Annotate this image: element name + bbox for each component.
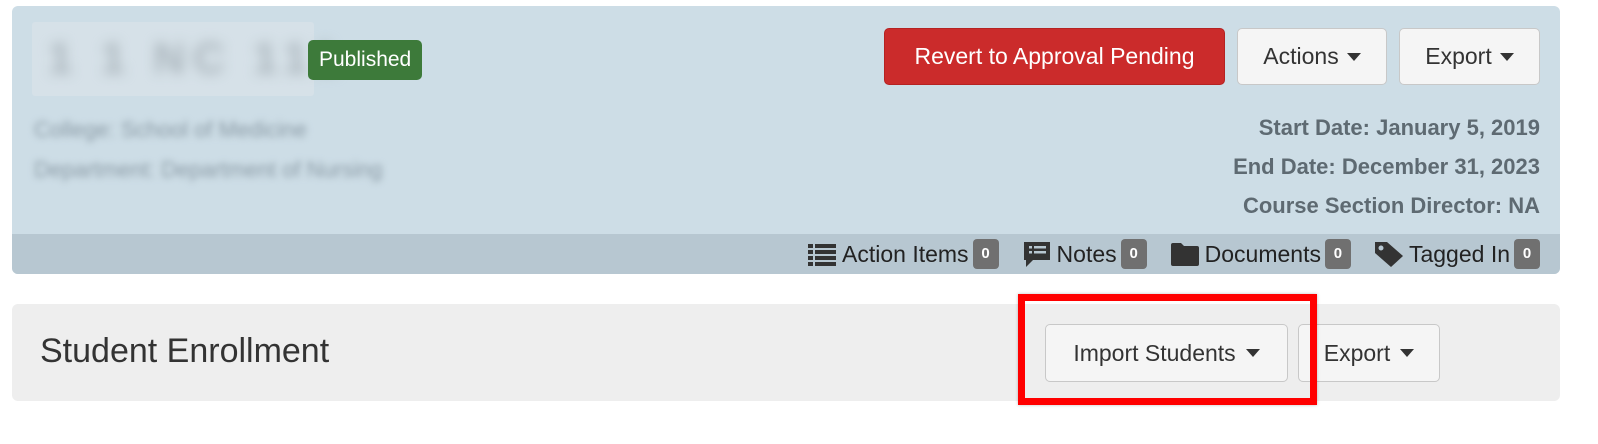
action-items-link[interactable]: Action Items 0 xyxy=(806,239,999,269)
notes-count: 0 xyxy=(1120,239,1147,269)
caret-down-icon xyxy=(1400,349,1415,357)
course-header: 1 1 NC 111 Published College: School of … xyxy=(12,6,1560,274)
revert-to-approval-pending-button[interactable]: Revert to Approval Pending xyxy=(884,28,1225,85)
action-items-count: 0 xyxy=(972,239,999,269)
import-students-dropdown-button[interactable]: Import Students xyxy=(1045,324,1288,382)
course-meta-left: College: School of Medicine Department: … xyxy=(34,110,383,190)
caret-down-icon xyxy=(1346,52,1361,61)
action-items-label: Action Items xyxy=(842,240,969,267)
notes-link[interactable]: Notes 0 xyxy=(1021,239,1147,269)
college-text: College: School of Medicine xyxy=(34,117,307,142)
documents-link[interactable]: Documents 0 xyxy=(1169,239,1351,269)
list-icon xyxy=(808,244,836,266)
documents-count: 0 xyxy=(1324,239,1351,269)
course-section-director: Course Section Director: NA xyxy=(1242,193,1540,218)
tagged-in-count: 0 xyxy=(1514,239,1540,269)
documents-label: Documents xyxy=(1204,240,1321,267)
revert-button-label: Revert to Approval Pending xyxy=(914,43,1195,69)
enrollment-export-label: Export xyxy=(1323,339,1391,366)
actions-button-label: Actions xyxy=(1263,43,1339,69)
tagged-in-link[interactable]: Tagged In 0 xyxy=(1373,239,1540,269)
info-bar: Action Items 0 Notes 0 Documents 0 Tagge… xyxy=(12,234,1560,274)
header-toolbar: Revert to Approval Pending Actions Expor… xyxy=(884,28,1540,85)
course-dates: Start Date: January 5, 2019 End Date: De… xyxy=(1233,108,1540,225)
caret-down-icon xyxy=(1245,349,1260,357)
import-students-label: Import Students xyxy=(1073,339,1236,366)
tag-icon xyxy=(1374,242,1403,267)
export-button-label: Export xyxy=(1425,43,1492,69)
department-text: Department: Department of Nursing xyxy=(34,157,383,182)
start-date: Start Date: January 5, 2019 xyxy=(1258,115,1540,140)
actions-dropdown-button[interactable]: Actions xyxy=(1237,28,1387,85)
student-enrollment-panel: Student Enrollment Import Students Expor… xyxy=(12,304,1560,401)
end-date: End Date: December 31, 2023 xyxy=(1233,154,1540,179)
student-enrollment-title: Student Enrollment xyxy=(40,332,330,370)
header-export-dropdown-button[interactable]: Export xyxy=(1399,28,1540,85)
notes-label: Notes xyxy=(1056,240,1117,267)
course-title-text: 1 1 NC 111 xyxy=(48,34,346,83)
status-badge: Published xyxy=(308,40,423,80)
caret-down-icon xyxy=(1499,52,1514,61)
folder-icon xyxy=(1170,243,1199,266)
tagged-in-label: Tagged In xyxy=(1408,240,1510,267)
course-title: 1 1 NC 111 xyxy=(32,22,338,96)
comment-icon xyxy=(1023,242,1050,267)
enrollment-export-dropdown-button[interactable]: Export xyxy=(1298,324,1440,382)
